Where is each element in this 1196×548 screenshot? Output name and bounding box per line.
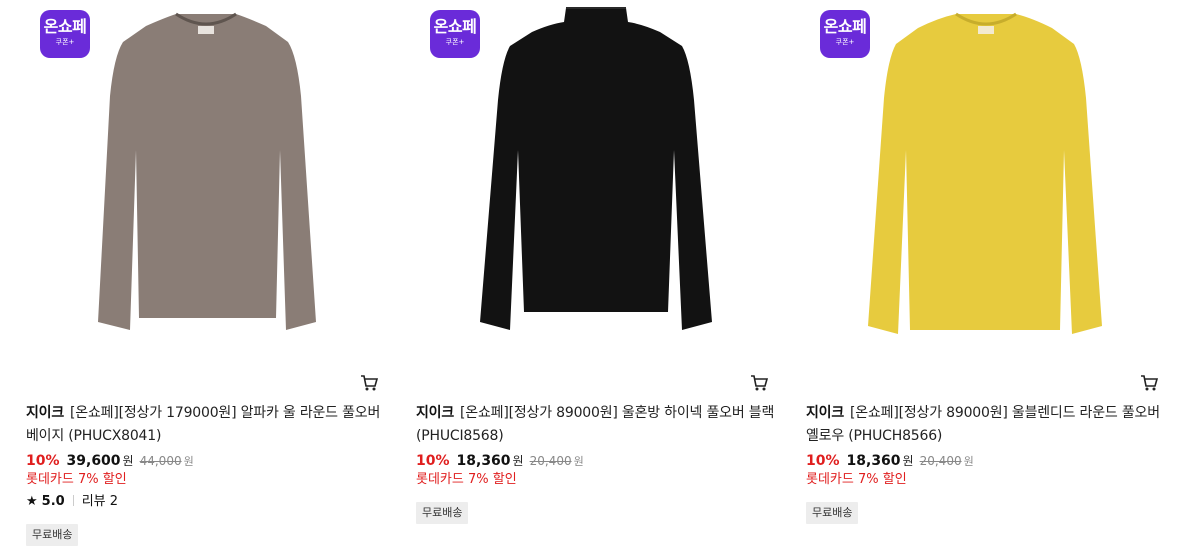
cart-icon[interactable] — [360, 374, 379, 392]
rating-row: ★ 5.0 리뷰 2 — [26, 494, 119, 509]
price-row: 10% 18,360 원 20,400 원 — [416, 453, 584, 469]
free-shipping-tag: 무료배송 — [416, 502, 469, 524]
product-title[interactable]: 지이크 [온쇼페][정상가 89000원] 울혼방 하이넥 풀오버 블랙 (PHU… — [416, 402, 776, 448]
product-title[interactable]: 지이크 [온쇼페][정상가 179000원] 알파카 울 라운드 풀오버 베이지 … — [26, 402, 386, 448]
discount-rate: 10% — [416, 453, 450, 469]
price-row: 10% 39,600 원 44,000 원 — [26, 453, 194, 469]
sale-price: 39,600 — [66, 453, 121, 469]
sale-price: 18,360 — [456, 453, 511, 469]
onshope-coupon-badge: 온쇼페 쿠폰+ — [430, 10, 480, 58]
card-promo: 롯데카드 7% 할인 — [416, 472, 517, 487]
product-card[interactable]: 온쇼페 쿠폰+ 지이크 [온쇼페][정상가 179000원] 알파카 울 라운드 … — [26, 0, 386, 548]
card-promo: 롯데카드 7% 할인 — [806, 472, 907, 487]
original-price: 44,000 — [139, 454, 182, 468]
product-image[interactable]: 온쇼페 쿠폰+ — [416, 0, 776, 360]
product-card[interactable]: 온쇼페 쿠폰+ 지이크 [온쇼페][정상가 89000원] 울혼방 하이넥 풀오버… — [416, 0, 776, 548]
free-shipping-tag: 무료배송 — [806, 502, 859, 524]
sale-price: 18,360 — [846, 453, 901, 469]
star-icon: ★ — [26, 494, 38, 509]
original-price: 20,400 — [919, 454, 962, 468]
discount-rate: 10% — [26, 453, 60, 469]
price-row: 10% 18,360 원 20,400 원 — [806, 453, 974, 469]
onshope-coupon-badge: 온쇼페 쿠폰+ — [40, 10, 90, 58]
original-price: 20,400 — [529, 454, 572, 468]
cart-icon[interactable] — [750, 374, 769, 392]
free-shipping-tag: 무료배송 — [26, 524, 79, 546]
discount-rate: 10% — [806, 453, 840, 469]
product-image[interactable]: 온쇼페 쿠폰+ — [806, 0, 1166, 360]
cart-icon[interactable] — [1140, 374, 1159, 392]
divider — [72, 495, 74, 506]
onshope-coupon-badge: 온쇼페 쿠폰+ — [820, 10, 870, 58]
card-promo: 롯데카드 7% 할인 — [26, 472, 127, 487]
product-card[interactable]: 온쇼페 쿠폰+ 지이크 [온쇼페][정상가 89000원] 울블렌디드 라운드 풀… — [806, 0, 1166, 548]
product-image[interactable]: 온쇼페 쿠폰+ — [26, 0, 386, 360]
product-title[interactable]: 지이크 [온쇼페][정상가 89000원] 울블렌디드 라운드 풀오버 옐로우 (… — [806, 402, 1166, 448]
